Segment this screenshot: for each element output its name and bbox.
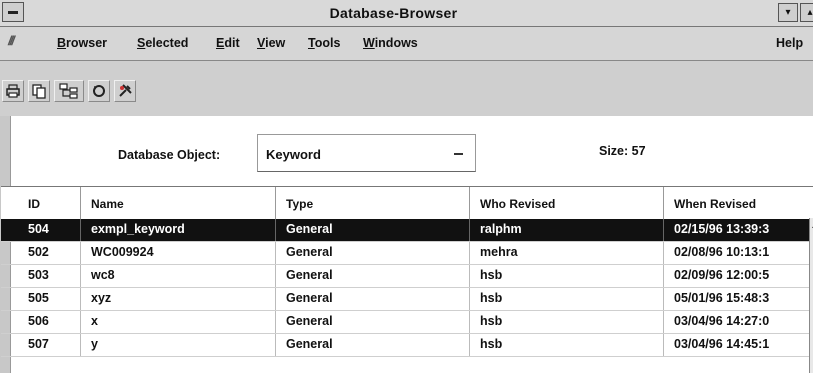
menu-edit-label: Edit xyxy=(216,36,240,50)
menu-selected-label: Selected xyxy=(137,36,189,50)
refresh-icon xyxy=(93,85,105,97)
cell-id: 503 xyxy=(28,268,49,282)
table-row[interactable]: 503 wc8 General hsb 02/09/96 12:00:5 xyxy=(1,265,813,288)
table-scrollbar[interactable] xyxy=(809,218,813,373)
copy-icon xyxy=(32,84,46,99)
cell-id: 505 xyxy=(28,291,49,305)
table-row[interactable]: 504 exmpl_keyword General ralphm 02/15/9… xyxy=(1,219,813,242)
title-bar: Database-Browser ▾ ▴ xyxy=(0,0,813,27)
cell-who-revised: mehra xyxy=(480,245,518,259)
cell-when-revised: 02/15/96 13:39:3 xyxy=(674,222,770,236)
cell-id: 506 xyxy=(28,314,49,328)
toolbar xyxy=(0,61,813,116)
cell-id: 504 xyxy=(28,222,49,236)
cell-when-revised: 03/04/96 14:45:1 xyxy=(674,337,770,351)
table-row[interactable]: 502 WC009924 General mehra 02/08/96 10:1… xyxy=(1,242,813,265)
table-header: ID Name Type Who Revised When Revised xyxy=(1,186,813,220)
menu-view-label: View xyxy=(257,36,286,50)
cell-type: General xyxy=(286,245,333,259)
menu-browser-label: Browser xyxy=(57,36,108,50)
cell-type: General xyxy=(286,337,333,351)
cell-type: General xyxy=(286,314,333,328)
size-readout: Size: 57 xyxy=(599,144,646,158)
menu-tools[interactable]: Tools xyxy=(308,36,340,50)
column-header-when-revised[interactable]: When Revised xyxy=(674,197,756,211)
cell-name: xyz xyxy=(91,291,112,305)
cell-type: General xyxy=(286,222,333,236)
tools-button[interactable] xyxy=(114,80,136,102)
menu-windows-label: Windows xyxy=(363,36,418,50)
cell-name: WC009924 xyxy=(91,245,154,259)
print-button[interactable] xyxy=(2,80,24,102)
database-object-value: Keyword xyxy=(266,147,321,162)
tree-icon xyxy=(59,83,78,99)
cell-when-revised: 02/08/96 10:13:1 xyxy=(674,245,770,259)
menu-tools-label: Tools xyxy=(308,36,341,50)
column-header-id[interactable]: ID xyxy=(28,197,40,211)
cell-name: x xyxy=(91,314,98,328)
dropdown-arrow-icon xyxy=(454,153,463,155)
minimize-button[interactable]: ▾ xyxy=(778,3,798,22)
menu-help[interactable]: Help xyxy=(776,36,803,50)
tree-view-button[interactable] xyxy=(54,80,84,102)
menu-browser[interactable]: Browser xyxy=(57,36,107,50)
browser-panel: Database Object: Keyword Size: 57 ID Nam… xyxy=(1,116,813,373)
cell-type: General xyxy=(286,291,333,305)
cell-when-revised: 02/09/96 12:00:5 xyxy=(674,268,770,282)
column-header-name[interactable]: Name xyxy=(91,197,124,211)
cell-id: 507 xyxy=(28,337,49,351)
app-logo-icon: /// xyxy=(8,33,15,48)
tools-icon xyxy=(119,84,132,97)
cell-who-revised: hsb xyxy=(480,291,503,305)
window-title: Database-Browser xyxy=(329,5,458,21)
copy-button[interactable] xyxy=(28,80,50,102)
print-icon xyxy=(6,84,20,98)
cell-name: y xyxy=(91,337,98,351)
menu-edit[interactable]: Edit xyxy=(216,36,240,50)
cell-type: General xyxy=(286,268,333,282)
database-object-dropdown[interactable]: Keyword xyxy=(257,134,476,172)
cell-name: exmpl_keyword xyxy=(91,222,185,236)
database-object-label: Database Object: xyxy=(118,148,221,162)
menu-bar: /// Browser Selected Edit View Tools Win… xyxy=(0,27,813,61)
table-row[interactable]: 506 x General hsb 03/04/96 14:27:0 xyxy=(1,311,813,334)
cell-who-revised: ralphm xyxy=(480,222,522,236)
cell-name: wc8 xyxy=(91,268,115,282)
menu-view[interactable]: View xyxy=(257,36,285,50)
cell-who-revised: hsb xyxy=(480,314,503,328)
menu-help-label: Help xyxy=(776,36,804,50)
database-browser-window: Database-Browser ▾ ▴ /// Browser Selecte… xyxy=(0,0,813,373)
menu-windows[interactable]: Windows xyxy=(363,36,418,50)
cell-when-revised: 03/04/96 14:27:0 xyxy=(674,314,770,328)
cell-when-revised: 05/01/96 15:48:3 xyxy=(674,291,770,305)
column-header-type[interactable]: Type xyxy=(286,197,313,211)
cell-who-revised: hsb xyxy=(480,268,503,282)
cell-who-revised: hsb xyxy=(480,337,503,351)
cell-id: 502 xyxy=(28,245,49,259)
table-row[interactable]: 507 y General hsb 03/04/96 14:45:1 xyxy=(1,334,813,357)
system-menu-button[interactable] xyxy=(2,2,24,22)
refresh-button[interactable] xyxy=(88,80,110,102)
menu-selected[interactable]: Selected xyxy=(137,36,188,50)
maximize-button[interactable]: ▴ xyxy=(800,3,813,22)
table-row[interactable]: 505 xyz General hsb 05/01/96 15:48:3 xyxy=(1,288,813,311)
column-header-who-revised[interactable]: Who Revised xyxy=(480,197,555,211)
